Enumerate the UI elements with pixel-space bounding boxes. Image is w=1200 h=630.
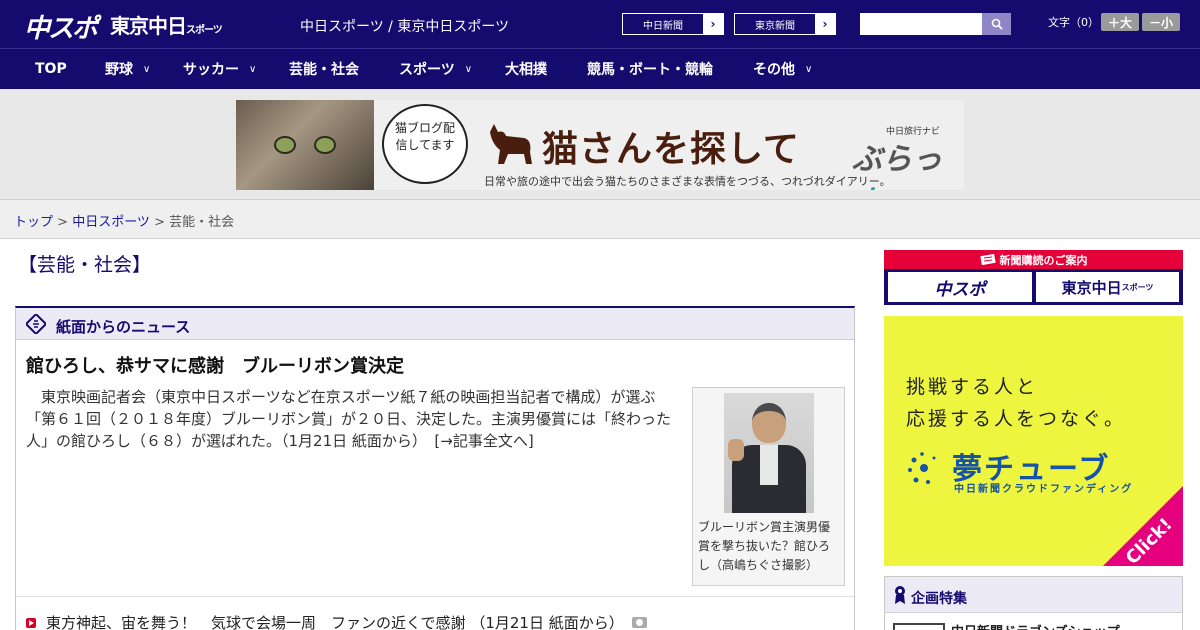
chevron-right-icon: › [703, 14, 723, 34]
article-photo-box: ブルーリボン賞主演男優賞を撃ち抜いた？館ひろし（高嶋ちぐさ撮影） [692, 387, 845, 586]
nav-label: 競馬・ボート・競輪 [587, 62, 713, 78]
cat-blog-banner[interactable]: 猫ブログ配信してます 猫さんを探して 日常や旅の途中で出会う猫たちのさまざまな表… [236, 100, 964, 190]
photo-shirt [760, 445, 778, 485]
font-size-label: 文字（0） [1048, 16, 1099, 29]
photo-caption: ブルーリボン賞主演男優賞を撃ち抜いた？館ひろし（高嶋ちぐさ撮影） [698, 520, 831, 572]
nav-label: 芸能・社会 [289, 62, 359, 78]
speech-bubble: 猫ブログ配信してます [382, 104, 468, 184]
ad-line-2: 応援する人をつなぐ。 [906, 408, 1127, 430]
nav-item-baseball[interactable]: 野球 ∨ [105, 49, 150, 89]
main-nav: TOP 野球 ∨ サッカー ∨ 芸能・社会 スポーツ ∨ 大相撲 競馬・ボート・競輪 … [0, 48, 1200, 89]
font-smaller-button[interactable]: －小 [1142, 13, 1180, 31]
nav-label: 野球 [105, 62, 133, 78]
top-header: 中スポ 東京中日スポーツ 中日スポーツ / 東京中日スポーツ 中日新聞 › 東京… [0, 0, 1200, 48]
news-section-header: 紙面からのニュース [16, 308, 854, 340]
nav-item-other[interactable]: その他 ∨ [753, 49, 812, 89]
nav-item-top[interactable]: TOP [35, 49, 67, 89]
font-larger-button[interactable]: ＋大 [1101, 13, 1139, 31]
divider [16, 596, 854, 597]
news-section-label: 紙面からのニュース [56, 318, 191, 336]
ad-line-1: 挑戦する人と [906, 376, 1039, 398]
nav-item-sports[interactable]: スポーツ ∨ [399, 49, 472, 89]
search-input[interactable] [860, 13, 982, 35]
article-body-text: 東京映画記者会（東京中日スポーツなど在京スポーツ紙７紙の映画担当記者で構成）が選… [26, 388, 672, 450]
chunichi-shimbun-link[interactable]: 中日新聞 › [622, 13, 724, 35]
nav-item-entertainment[interactable]: 芸能・社会 [289, 49, 359, 89]
nav-label: スポーツ [399, 62, 455, 78]
chevron-down-icon: ∨ [805, 63, 813, 75]
chevron-down-icon: ∨ [249, 63, 257, 75]
nav-item-soccer[interactable]: サッカー ∨ [183, 49, 256, 89]
subscription-box: 新聞購読のご案内 中スポ 東京中日 スポーツ [884, 250, 1183, 305]
breadcrumb-section-link[interactable]: 中日スポーツ [72, 215, 150, 230]
subscription-label: 新聞購読のご案内 [999, 253, 1088, 267]
tokyo-chunichi-label: 東京中日 [1061, 278, 1122, 297]
cat-eye [274, 136, 296, 154]
breadcrumb-separator: > [149, 215, 170, 230]
chevron-down-icon: ∨ [464, 63, 473, 75]
dots-swirl-icon [908, 452, 936, 484]
tokyo-chunichi-suffix: スポーツ [1121, 282, 1154, 292]
page-title: 【芸能・社会】 [18, 254, 152, 276]
newspaper-news-section: 紙面からのニュース 館ひろし、恭サマに感謝 ブルーリボン賞決定 東京映画記者会（… [15, 306, 855, 630]
chunichi-shimbun-label: 中日新聞 [643, 20, 683, 32]
breadcrumb: トップ > 中日スポーツ > 芸能・社会 [14, 211, 234, 230]
ticket-icon [979, 254, 996, 265]
list-item-text: 東方神起、宙を舞う！ 気球で会場一周 ファンの近くで感謝 （1月21日 紙面から… [46, 614, 624, 630]
feature-item-link[interactable]: 中日新聞ドラゴンズショップ [951, 621, 1120, 630]
feature-label: 企画特集 [911, 591, 967, 607]
newspaper-icon [26, 314, 46, 334]
chevron-down-icon: ∨ [143, 63, 151, 75]
subscription-header: 新聞購読のご案内 [884, 250, 1183, 269]
chevron-right-icon: › [815, 14, 835, 34]
photo-hand [728, 439, 744, 461]
breadcrumb-separator: > [53, 215, 73, 230]
nav-label: TOP [35, 61, 67, 77]
tokyo-shimbun-label: 東京新聞 [755, 20, 795, 32]
chuspo-logo[interactable]: 中スポ [24, 8, 98, 45]
search-button[interactable] [982, 13, 1011, 35]
burat-accent: 人 [852, 186, 882, 190]
article-summary: 東京映画記者会（東京中日スポーツなど在京スポーツ紙７紙の映画担当記者で構成）が選… [26, 386, 684, 452]
camera-icon [631, 617, 647, 628]
feature-section: 企画特集 中日新聞ドラゴンズショップ [884, 576, 1183, 630]
feature-header: 企画特集 [885, 577, 1182, 613]
play-bullet-icon [26, 617, 36, 628]
nav-label: サッカー [183, 62, 239, 78]
nav-label: 大相撲 [505, 62, 547, 78]
article-photo[interactable] [724, 393, 814, 513]
subscribe-tokyo-chunichi-button[interactable]: 東京中日 スポーツ [1036, 272, 1179, 302]
article-headline[interactable]: 館ひろし、恭サマに感謝 ブルーリボン賞決定 [26, 352, 404, 378]
burat-logo: ぶらっ人 [852, 134, 964, 190]
ribbon-icon [895, 586, 905, 604]
feature-thumbnail[interactable] [893, 623, 945, 630]
cat-photo [236, 100, 374, 190]
cat-eye [314, 136, 336, 154]
photo-head [752, 403, 786, 443]
yume-tube-ad[interactable]: 挑戦する人と 応援する人をつなぐ。 夢チューブ 中日新聞クラウドファンディング … [884, 316, 1183, 566]
nav-item-racing[interactable]: 競馬・ボート・競輪 [587, 49, 713, 89]
subscribe-chuspo-button[interactable]: 中スポ [888, 272, 1032, 302]
nav-label: その他 [753, 62, 795, 78]
tokyo-shimbun-link[interactable]: 東京新聞 › [734, 13, 836, 35]
tokyo-chunichi-logo[interactable]: 東京中日スポーツ [110, 10, 223, 39]
nav-item-sumo[interactable]: 大相撲 [505, 49, 547, 89]
banner-title: 猫さんを探して [542, 129, 800, 170]
breadcrumb-current: 芸能・社会 [169, 215, 235, 230]
burat-main: ぶらっ [852, 142, 942, 177]
read-full-article-link[interactable]: [→記事全文へ] [419, 432, 533, 450]
list-item[interactable]: 東方神起、宙を舞う！ 気球で会場一周 ファンの近くで感謝 （1月21日 紙面から… [26, 612, 647, 630]
tokyo-logo-suffix: スポーツ [186, 25, 223, 36]
cat-silhouette-icon [490, 124, 532, 164]
site-title: 中日スポーツ / 東京中日スポーツ [300, 19, 510, 35]
tokyo-logo-text: 東京中日 [110, 14, 187, 38]
search-icon [991, 18, 1003, 30]
banner-subtitle: 日常や旅の途中で出会う猫たちのさまざまな表情をつづる、つれづれダイアリー。 [484, 175, 891, 188]
breadcrumb-top-link[interactable]: トップ [14, 215, 53, 230]
